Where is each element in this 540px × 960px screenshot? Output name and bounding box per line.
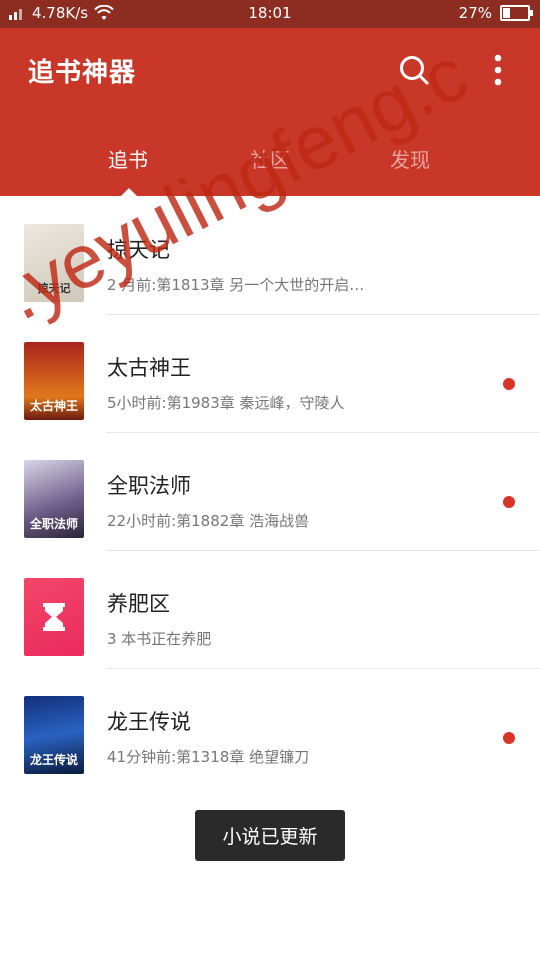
status-bar: 4.78K/s 18:01 27% (0, 0, 540, 28)
book-title: 龙王传说 (107, 710, 191, 734)
cover-title: 掠天记 (37, 282, 71, 295)
book-update: 3 本书正在养肥 (107, 630, 212, 648)
book-title: 全职法师 (107, 474, 191, 498)
tab-follow[interactable]: 追书 (108, 144, 148, 173)
book-update: 5小时前:第1983章 秦远峰，守陵人 (107, 394, 345, 412)
status-right: 27% (458, 4, 533, 22)
book-update: 41分钟前:第1318章 绝望镰刀 (107, 748, 310, 766)
book-cover: 太古神王 (24, 342, 84, 420)
unread-dot (503, 378, 515, 390)
tab-discover[interactable]: 发现 (390, 144, 430, 173)
hourglass-icon (43, 603, 65, 631)
unread-dot (503, 732, 515, 744)
battery-icon (500, 5, 533, 21)
book-cover: 龙王传说 (24, 696, 84, 774)
app-header: 追书神器 追书 社区 发现 (0, 28, 540, 196)
list-item[interactable]: 养肥区 3 本书正在养肥 (0, 550, 540, 668)
toast-message: 小说已更新 (195, 810, 345, 861)
list-item[interactable]: 太古神王 太古神王 5小时前:第1983章 秦远峰，守陵人 (0, 314, 540, 432)
book-update: 22小时前:第1882章 浩海战兽 (107, 512, 310, 530)
list-item[interactable]: 全职法师 全职法师 22小时前:第1882章 浩海战兽 (0, 432, 540, 550)
app-title: 追书神器 (28, 58, 137, 88)
battery-percent: 27% (458, 4, 492, 22)
more-vert-icon (494, 54, 502, 86)
book-list: 掠天记 掠天记 2 月前:第1813章 另一个大世的开启… 太古神王 太古神王 … (0, 196, 540, 786)
unread-dot (503, 496, 515, 508)
tab-bar: 追书 社区 发现 (0, 138, 540, 196)
fattening-area-cover (24, 578, 84, 656)
list-item[interactable]: 掠天记 掠天记 2 月前:第1813章 另一个大世的开启… (0, 196, 540, 314)
cover-title: 龙王传说 (29, 753, 78, 767)
cover-title: 太古神王 (29, 399, 78, 413)
search-button[interactable] (396, 52, 432, 88)
book-title: 养肥区 (107, 592, 170, 616)
tab-community[interactable]: 社区 (250, 144, 290, 173)
book-title: 掠天记 (107, 238, 170, 262)
book-cover: 全职法师 (24, 460, 84, 538)
book-cover: 掠天记 (24, 224, 84, 302)
list-item[interactable]: 龙王传说 龙王传说 41分钟前:第1318章 绝望镰刀 (0, 668, 540, 786)
cover-title: 全职法师 (29, 517, 78, 531)
active-tab-indicator (121, 188, 137, 196)
book-title: 太古神王 (107, 356, 191, 380)
more-button[interactable] (484, 50, 512, 90)
battery-level (503, 8, 511, 18)
search-icon (400, 56, 429, 85)
book-update: 2 月前:第1813章 另一个大世的开启… (107, 276, 365, 294)
